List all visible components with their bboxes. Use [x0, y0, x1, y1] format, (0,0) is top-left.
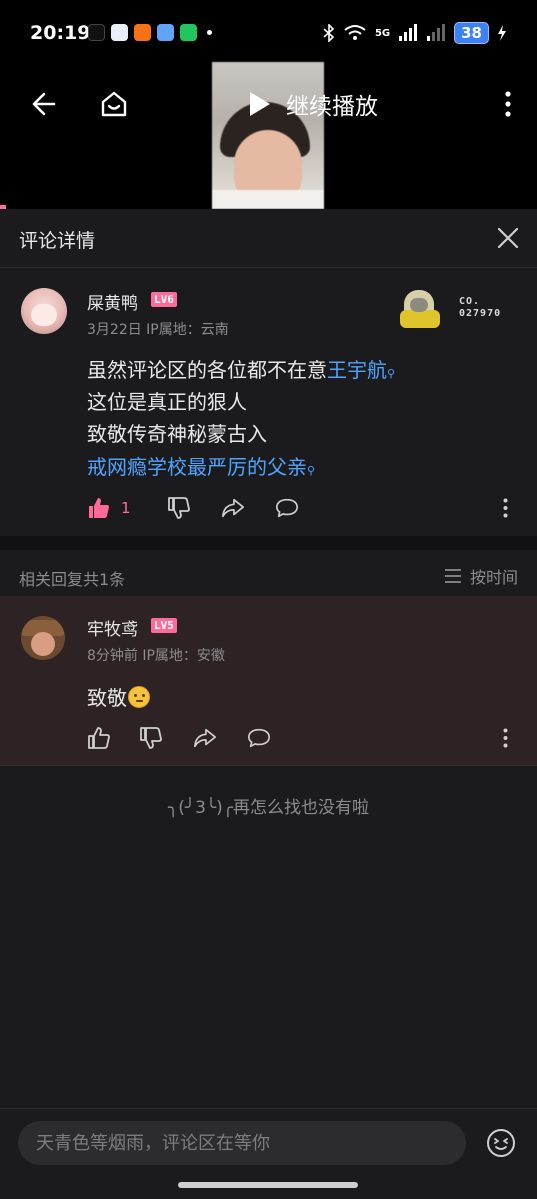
thumbs-down-icon	[167, 497, 190, 519]
close-icon	[497, 227, 519, 249]
reply-more-button[interactable]	[495, 726, 515, 750]
comment-line-1: 虽然评论区的各位都不在意王宇航⚲	[87, 358, 396, 382]
comment-actions: 1	[87, 496, 299, 520]
avatar-app-icon	[157, 24, 174, 41]
comment-meta: 3月22日 IP属地：云南	[87, 322, 229, 338]
signal-icon	[399, 24, 418, 41]
reply-meta: 8分钟前 IP属地：安徽	[87, 648, 225, 664]
emoji-button[interactable]	[485, 1127, 517, 1159]
end-of-list-text: ╮(╯3╰)╭再怎么找也没有啦	[167, 798, 370, 818]
resume-play-button[interactable]: 继续播放	[246, 84, 378, 124]
battery-indicator: 38	[454, 22, 489, 44]
more-notifications-dot	[207, 30, 212, 35]
blue-app-icon	[111, 24, 128, 41]
status-right: 5G 38	[323, 22, 507, 44]
signal-weak-icon	[427, 24, 446, 41]
back-button[interactable]	[22, 84, 62, 124]
reply-button[interactable]	[275, 496, 299, 520]
comment-detail-header: 评论详情	[0, 209, 537, 268]
reply-content: 致敬	[87, 682, 150, 711]
replies-count: 相关回复共1条	[19, 570, 126, 589]
comment-line-4: 戒网瘾学校最严厉的父亲⚲	[87, 451, 315, 480]
more-vertical-icon	[503, 498, 507, 518]
comment-more-button[interactable]	[495, 496, 515, 520]
green-app-icon	[180, 24, 197, 41]
comment-line-2: 这位是真正的狠人	[87, 390, 247, 414]
status-time: 20:19	[30, 22, 91, 44]
salute-emoji-icon	[128, 686, 150, 708]
thumbs-up-icon	[88, 727, 110, 749]
reply-button[interactable]	[247, 726, 271, 750]
thumbs-down-icon	[140, 727, 162, 749]
close-button[interactable]	[493, 223, 523, 253]
like-button[interactable]	[87, 496, 111, 520]
resume-play-label: 继续播放	[286, 94, 378, 120]
section-divider	[0, 536, 537, 550]
wifi-icon	[344, 25, 366, 40]
share-icon	[221, 498, 244, 518]
search-keyword-link[interactable]: 戒网瘾学校最严厉的父亲	[87, 455, 307, 479]
share-icon	[194, 728, 216, 748]
share-button[interactable]	[221, 496, 245, 520]
bluetooth-icon	[323, 24, 335, 42]
mention-link[interactable]: 王宇航	[327, 358, 387, 382]
comment-line-3: 致敬传奇神秘蒙古入	[87, 422, 267, 446]
dislike-button[interactable]	[139, 726, 163, 750]
fan-badge-image[interactable]	[398, 288, 442, 332]
emoji-icon	[487, 1129, 515, 1157]
charging-icon	[498, 25, 506, 41]
level-badge: LV6	[151, 292, 177, 307]
search-mini-icon: ⚲	[307, 464, 316, 477]
notification-icons	[88, 24, 212, 41]
replies-header: 相关回复共1条 按时间	[0, 550, 537, 596]
like-button[interactable]	[87, 726, 111, 750]
tiktok-app-icon	[88, 24, 105, 41]
comment-input-bar	[0, 1108, 537, 1199]
home-indicator[interactable]	[178, 1182, 358, 1188]
comment-bubble-icon	[248, 728, 270, 748]
fan-badge-number: CO. 027970	[459, 296, 502, 319]
more-vertical-icon	[503, 728, 507, 748]
reply-actions	[87, 726, 271, 750]
home-button[interactable]	[94, 84, 134, 124]
avatar[interactable]	[21, 616, 65, 660]
video-more-button[interactable]	[493, 84, 523, 124]
dislike-button[interactable]	[167, 496, 191, 520]
reply-username[interactable]: 牢牧鸢	[87, 615, 138, 640]
back-arrow-icon	[32, 92, 56, 116]
like-count: 1	[121, 499, 131, 517]
sort-label: 按时间	[469, 568, 518, 587]
avatar[interactable]	[21, 288, 67, 334]
search-mini-icon: ⚲	[387, 367, 396, 380]
comment-username[interactable]: 屎黄鸭	[87, 289, 138, 314]
thumbs-up-icon	[89, 498, 109, 518]
level-badge: LV5	[151, 618, 177, 633]
comment-input[interactable]	[18, 1121, 466, 1165]
home-icon	[101, 91, 127, 117]
sort-lines-icon	[444, 569, 461, 583]
sort-toggle[interactable]: 按时间	[444, 564, 518, 588]
video-player[interactable]: 继续播放	[0, 62, 537, 209]
panel-title: 评论详情	[19, 230, 96, 252]
main-comment: 屎黄鸭 LV6 3月22日 IP属地：云南 CO. 027970 虽然评论区的各…	[0, 268, 537, 536]
status-bar: 20:19 5G 38	[0, 0, 537, 62]
reply-item: 牢牧鸢 LV5 8分钟前 IP属地：安徽 致敬	[0, 596, 537, 766]
share-button[interactable]	[193, 726, 217, 750]
more-vertical-icon	[505, 91, 511, 117]
network-type: 5G	[374, 27, 391, 39]
orange-app-icon	[134, 24, 151, 41]
play-icon	[250, 92, 270, 116]
comment-bubble-icon	[275, 498, 298, 518]
